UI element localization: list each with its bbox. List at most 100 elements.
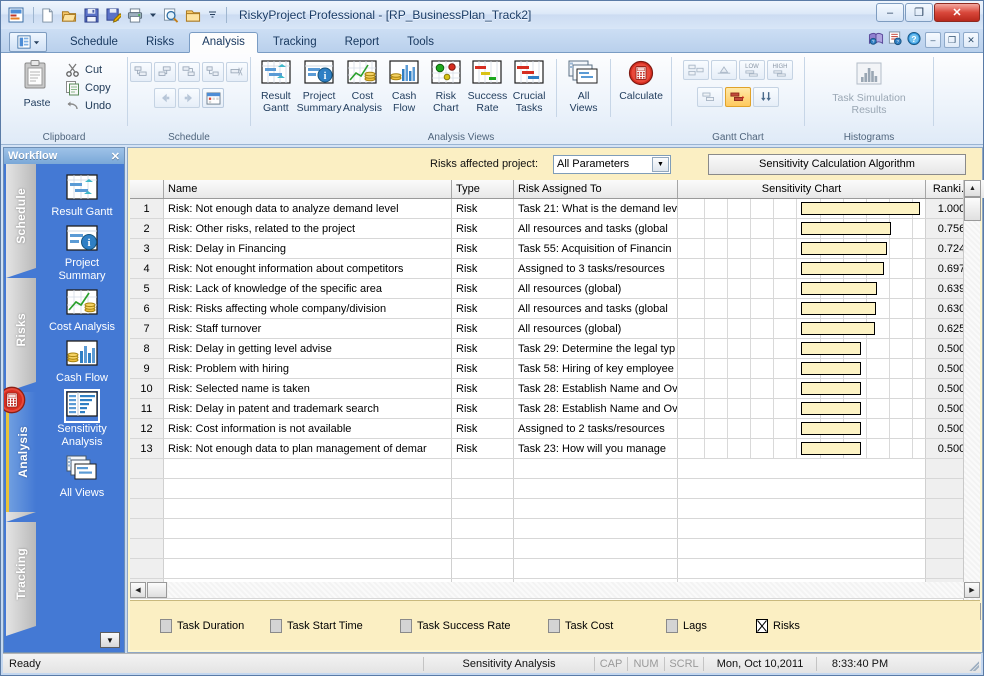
result-gantt-button[interactable]: Result Gantt [255,57,297,114]
sidebar-item-sensitivity-analysis[interactable]: Sensitivity Analysis [40,389,124,449]
resize-grip[interactable] [967,659,979,671]
table-row-empty[interactable] [130,499,980,519]
tab-risks[interactable]: Risks [133,32,187,52]
checkbox-icon[interactable] [400,618,412,633]
vertical-scrollbar-track[interactable] [964,221,980,603]
tab-analysis[interactable]: Analysis [189,32,258,53]
column-header-type[interactable]: Type [452,180,514,198]
table-row-empty[interactable] [130,539,980,559]
checkbox-icon[interactable] [160,618,172,633]
table-row-empty[interactable] [130,479,980,499]
close-icon[interactable]: ✕ [111,150,120,163]
legend-item[interactable]: Task Success Rate [400,618,548,633]
table-row[interactable]: 10 Risk: Selected name is taken Risk Task 2… [130,379,980,399]
scroll-up-button[interactable]: ▲ [964,180,981,197]
back-button[interactable] [154,88,176,108]
sidebar-tab-schedule[interactable]: Schedule [6,164,36,268]
vertical-scrollbar-thumb[interactable] [964,197,981,221]
sidebar-tab-tracking[interactable]: Tracking [6,522,36,626]
cash-flow-button[interactable]: Cash Flow [383,57,425,114]
notes-icon[interactable]: ? [887,31,903,49]
link-tasks-button[interactable] [178,62,200,82]
chevron-down-icon[interactable]: ▼ [652,156,669,172]
vertical-scrollbar[interactable]: ▲ ▼ [963,180,981,620]
critical-path-button[interactable] [725,87,751,107]
print-preview-icon[interactable] [162,6,180,24]
forward-button[interactable] [178,88,200,108]
table-row[interactable]: 12 Risk: Cost information is not availabl… [130,419,980,439]
compare-button[interactable] [753,87,779,107]
table-row[interactable]: 5 Risk: Lack of knowledge of the specific… [130,279,980,299]
column-header-risk-assigned-to[interactable]: Risk Assigned To [514,180,678,198]
project-summary-button[interactable]: i Project Summary [297,57,342,114]
table-row-empty[interactable] [130,459,980,479]
table-row[interactable]: 13 Risk: Not enough data to plan manageme… [130,439,980,459]
scroll-right-button[interactable]: ▶ [964,582,980,598]
table-row[interactable]: 6 Risk: Risks affecting whole company/div… [130,299,980,319]
tab-report[interactable]: Report [332,32,393,52]
unlink-tasks-button[interactable] [202,62,224,82]
save-as-icon[interactable] [104,6,122,24]
calculate-badge-icon[interactable] [4,386,26,417]
cut-button[interactable]: Cut [63,61,113,79]
risk-chart-button[interactable]: Risk Chart [425,57,467,114]
show-mean-button[interactable] [711,60,737,80]
workflow-scroll-down-button[interactable]: ▼ [100,632,120,648]
table-row[interactable]: 1 Risk: Not enough data to analyze demand… [130,199,980,219]
show-high-button[interactable]: HIGH [767,60,793,80]
sidebar-tab-risks[interactable]: Risks [6,278,36,382]
sidebar-item-all-views[interactable]: All Views [40,455,124,500]
group-tasks-button[interactable] [683,60,709,80]
save-icon[interactable] [82,6,100,24]
ribbon-minimize-button[interactable]: – [925,32,941,48]
all-views-button[interactable]: All Views [563,57,605,114]
tab-schedule[interactable]: Schedule [57,32,131,52]
checkbox-icon[interactable] [666,618,678,633]
maximize-button[interactable]: ❐ [905,3,933,22]
help-icon[interactable]: ? [906,31,922,49]
app-menu-button[interactable] [9,32,47,52]
legend-item[interactable]: Risks [756,618,800,633]
table-row[interactable]: 9 Risk: Problem with hiring Risk Task 58: H… [130,359,980,379]
horizontal-scrollbar-thumb[interactable] [147,582,167,598]
legend-item[interactable]: Task Start Time [270,618,400,633]
baseline-button[interactable] [697,87,723,107]
sidebar-item-result-gantt[interactable]: Result Gantt [40,174,124,219]
legend-item[interactable]: Task Cost [548,618,666,633]
column-header-rownum[interactable] [130,180,164,198]
legend-item[interactable]: Lags [666,618,756,633]
table-row[interactable]: 3 Risk: Delay in Financing Risk Task 55: Ac… [130,239,980,259]
horizontal-scrollbar-track[interactable] [168,582,963,598]
table-row[interactable]: 8 Risk: Delay in getting level advise Risk… [130,339,980,359]
success-rate-button[interactable]: Success Rate [467,57,509,114]
undo-button[interactable]: Undo [63,97,113,115]
column-header-sensitivity-chart[interactable]: Sensitivity Chart [678,180,926,198]
folder-icon[interactable] [184,6,202,24]
legend-item[interactable]: Task Duration [160,618,270,633]
crucial-tasks-button[interactable]: Crucial Tasks [508,57,550,114]
copy-button[interactable]: Copy [63,79,113,97]
show-low-button[interactable]: LOW [739,60,765,80]
cost-analysis-button[interactable]: Cost Analysis [342,57,384,114]
close-button[interactable]: ✕ [934,3,980,22]
print-icon[interactable] [126,6,144,24]
table-row[interactable]: 4 Risk: Not enought information about com… [130,259,980,279]
calendar-button[interactable] [202,88,224,108]
ribbon-close-button[interactable]: ✕ [963,32,979,48]
scroll-left-button[interactable]: ◀ [130,582,146,598]
sidebar-item-cash-flow[interactable]: Cash Flow [40,340,124,385]
paste-button[interactable]: Paste [11,57,63,109]
ribbon-restore-button[interactable]: ❐ [944,32,960,48]
table-row[interactable]: 7 Risk: Staff turnover Risk All resources (… [130,319,980,339]
checkbox-icon[interactable] [548,618,560,633]
table-row[interactable]: 11 Risk: Delay in patent and trademark se… [130,399,980,419]
outdent-task-button[interactable] [154,62,176,82]
table-row-empty[interactable] [130,559,980,579]
sidebar-item-project-summary[interactable]: i Project Summary [40,225,124,283]
task-simulation-results-button[interactable]: Task Simulation Results [815,59,923,116]
qat-dropdown-icon[interactable] [206,6,218,24]
sensitivity-calculation-algorithm-button[interactable]: Sensitivity Calculation Algorithm [708,153,966,175]
table-row-empty[interactable] [130,519,980,539]
parameters-dropdown[interactable]: All Parameters ▼ [553,154,671,174]
tab-tracking[interactable]: Tracking [260,32,330,52]
